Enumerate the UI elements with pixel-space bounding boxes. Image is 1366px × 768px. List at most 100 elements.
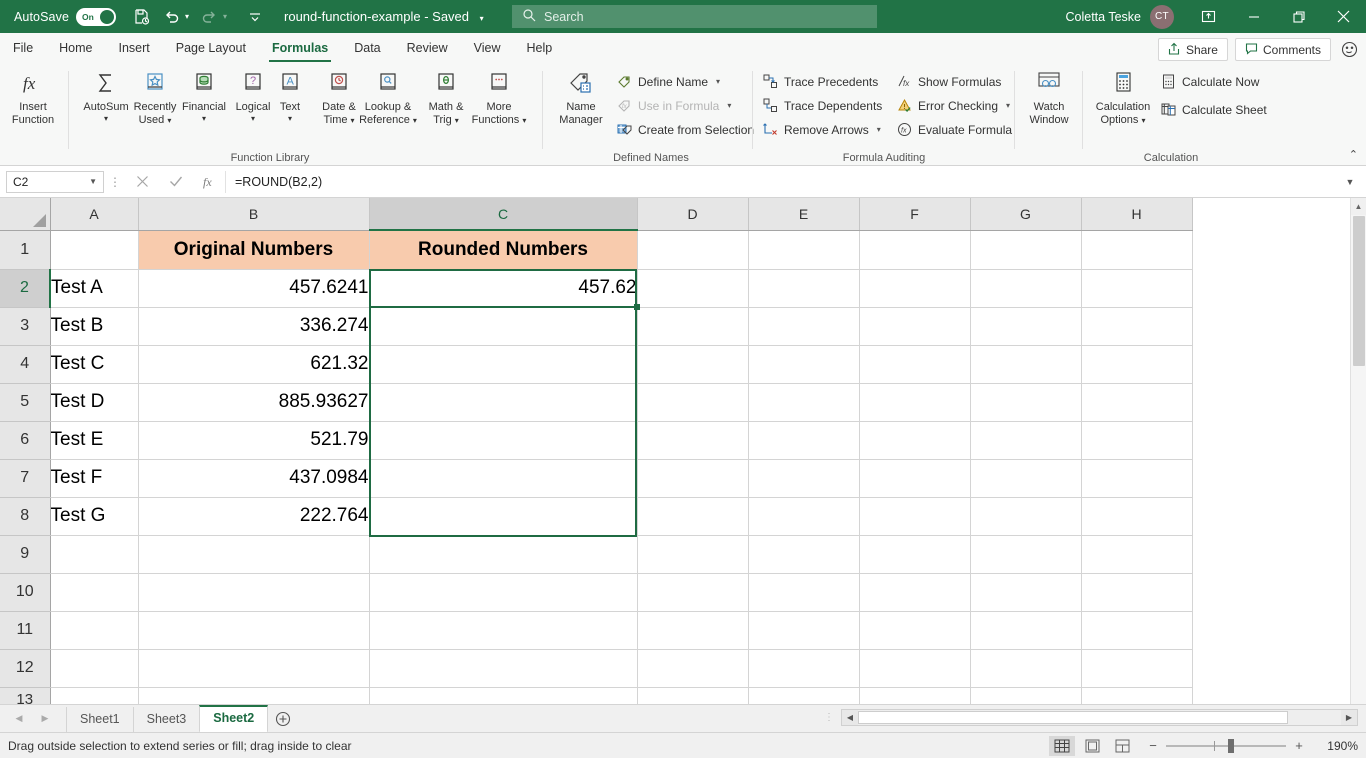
cell-a6[interactable]: Test E	[50, 421, 139, 460]
cell-h7[interactable]	[1081, 459, 1193, 498]
column-header-a[interactable]: A	[50, 198, 139, 231]
row-header-10[interactable]: 10	[0, 573, 51, 612]
column-header-c[interactable]: C	[369, 198, 638, 231]
cell-b4[interactable]: 621.32	[138, 345, 370, 384]
scroll-left-icon[interactable]: ◀	[842, 710, 858, 725]
row-header-8[interactable]: 8	[0, 497, 51, 536]
cell-a13[interactable]	[50, 687, 139, 704]
remove-arrows-caret-icon[interactable]: ▾	[877, 125, 881, 134]
zoom-level-label[interactable]: 190%	[1316, 739, 1358, 753]
horizontal-scrollbar[interactable]: ◀ ▶	[841, 709, 1358, 726]
cell-f8[interactable]	[859, 497, 971, 536]
cell-d5[interactable]	[637, 383, 749, 422]
cell-b7[interactable]: 437.0984	[138, 459, 370, 498]
collapse-ribbon-icon[interactable]: ⌃	[1349, 148, 1358, 161]
insert-function-button[interactable]: fx Insert Function	[4, 68, 62, 127]
cell-g12[interactable]	[970, 649, 1082, 688]
trace-precedents-button[interactable]: Trace Precedents	[762, 71, 878, 92]
cell-h6[interactable]	[1081, 421, 1193, 460]
cell-e6[interactable]	[748, 421, 860, 460]
cancel-icon[interactable]	[126, 171, 159, 193]
date-time-caret-icon[interactable]: ▾	[351, 116, 355, 125]
previous-sheet-icon[interactable]: ◀	[8, 709, 30, 729]
cell-c4[interactable]	[369, 345, 638, 384]
row-header-12[interactable]: 12	[0, 649, 51, 688]
cell-a3[interactable]: Test B	[50, 307, 139, 346]
use-in-formula-button[interactable]: fx Use in Formula ▾	[616, 95, 731, 116]
undo-dropdown-caret[interactable]: ▾	[180, 12, 194, 21]
row-header-3[interactable]: 3	[0, 307, 51, 346]
sheet-tab-sheet1[interactable]: Sheet1	[66, 706, 133, 733]
page-layout-view-icon[interactable]	[1079, 736, 1105, 756]
enter-icon[interactable]	[159, 171, 192, 193]
more-functions-button[interactable]: More Functions ▾	[468, 68, 530, 127]
document-title[interactable]: round-function-example - Saved ▾	[284, 9, 484, 24]
cell-d13[interactable]	[637, 687, 749, 704]
cell-f13[interactable]	[859, 687, 971, 704]
create-from-selection-button[interactable]: Create from Selection	[616, 119, 754, 140]
cell-c12[interactable]	[369, 649, 638, 688]
cell-f10[interactable]	[859, 573, 971, 612]
error-checking-caret-icon[interactable]: ▾	[1006, 101, 1010, 110]
split-handle[interactable]: ⋮	[823, 712, 835, 723]
cell-c3[interactable]	[369, 307, 638, 346]
row-header-7[interactable]: 7	[0, 459, 51, 498]
column-header-f[interactable]: F	[859, 198, 971, 231]
customize-quick-access-icon[interactable]	[240, 3, 270, 31]
cell-f4[interactable]	[859, 345, 971, 384]
cell-c13[interactable]	[369, 687, 638, 704]
cell-b1[interactable]: Original Numbers	[138, 230, 370, 270]
cell-g6[interactable]	[970, 421, 1082, 460]
cell-e11[interactable]	[748, 611, 860, 650]
tab-file[interactable]: File	[0, 36, 46, 63]
cell-e9[interactable]	[748, 535, 860, 574]
normal-view-icon[interactable]	[1049, 735, 1075, 756]
autosave-control[interactable]: AutoSave On	[14, 7, 117, 26]
tab-data[interactable]: Data	[341, 36, 393, 63]
remove-arrows-button[interactable]: Remove Arrows ▾	[762, 119, 881, 140]
zoom-out-button[interactable]: −	[1147, 738, 1159, 753]
cell-h12[interactable]	[1081, 649, 1193, 688]
cell-a10[interactable]	[50, 573, 139, 612]
expand-formula-bar-icon[interactable]: ▼	[1340, 177, 1360, 187]
cell-f1[interactable]	[859, 230, 971, 270]
zoom-slider-knob[interactable]	[1228, 738, 1234, 753]
cell-h4[interactable]	[1081, 345, 1193, 384]
comments-button[interactable]: Comments	[1234, 38, 1331, 61]
cell-e5[interactable]	[748, 383, 860, 422]
tab-view[interactable]: View	[461, 36, 514, 63]
calculate-now-button[interactable]: Calculate Now	[1160, 71, 1259, 92]
column-header-d[interactable]: D	[637, 198, 749, 231]
cell-e1[interactable]	[748, 230, 860, 270]
name-manager-button[interactable]: Name Manager	[550, 68, 612, 127]
cell-b11[interactable]	[138, 611, 370, 650]
cell-a5[interactable]: Test D	[50, 383, 139, 422]
share-button[interactable]: Share	[1157, 38, 1228, 61]
show-formulas-button[interactable]: fx Show Formulas	[896, 71, 1001, 92]
cell-h1[interactable]	[1081, 230, 1193, 270]
cell-d3[interactable]	[637, 307, 749, 346]
use-in-formula-caret-icon[interactable]: ▾	[727, 101, 731, 110]
cell-h11[interactable]	[1081, 611, 1193, 650]
tab-insert[interactable]: Insert	[106, 36, 163, 63]
cell-d6[interactable]	[637, 421, 749, 460]
scroll-right-icon[interactable]: ▶	[1341, 710, 1357, 725]
cell-d11[interactable]	[637, 611, 749, 650]
tab-page-layout[interactable]: Page Layout	[163, 36, 259, 63]
cell-e2[interactable]	[748, 269, 860, 308]
cell-c5[interactable]	[369, 383, 638, 422]
cell-c9[interactable]	[369, 535, 638, 574]
more-functions-caret-icon[interactable]: ▾	[522, 116, 526, 125]
cell-c1[interactable]: Rounded Numbers	[369, 230, 638, 270]
cell-f5[interactable]	[859, 383, 971, 422]
tab-help[interactable]: Help	[514, 36, 566, 63]
cell-a11[interactable]	[50, 611, 139, 650]
cell-c7[interactable]	[369, 459, 638, 498]
cell-b3[interactable]: 336.274	[138, 307, 370, 346]
row-header-1[interactable]: 1	[0, 230, 51, 270]
column-header-h[interactable]: H	[1081, 198, 1193, 231]
page-break-preview-icon[interactable]	[1109, 736, 1135, 756]
cell-a8[interactable]: Test G	[50, 497, 139, 536]
formula-input[interactable]: =ROUND(B2,2)	[225, 170, 1340, 193]
cell-g9[interactable]	[970, 535, 1082, 574]
